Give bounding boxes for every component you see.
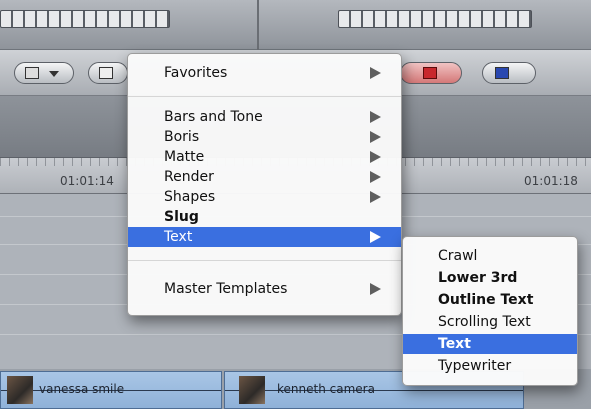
clip-overlay-icon xyxy=(495,67,509,79)
menu-item-label: Bars and Tone xyxy=(164,109,263,125)
text-generator-button[interactable] xyxy=(88,62,128,84)
clip-overlay-button[interactable] xyxy=(482,62,536,84)
menu-item-master-templates[interactable]: Master Templates xyxy=(128,279,401,299)
timecode-right: 01:01:18 xyxy=(524,174,578,188)
submenu-arrow-icon xyxy=(370,111,381,123)
menu-item-bars-and-tone[interactable]: Bars and Tone xyxy=(128,107,401,127)
menu-separator xyxy=(128,96,401,97)
menu-item-label: Text xyxy=(164,229,193,245)
clip-name: kenneth camera xyxy=(277,382,375,396)
submenu-item-label: Outline Text xyxy=(438,292,534,308)
clip-thumbnail xyxy=(239,376,265,404)
menu-item-label: Boris xyxy=(164,129,200,145)
menu-item-label: Matte xyxy=(164,149,205,165)
mark-button[interactable] xyxy=(400,62,462,84)
menu-item-matte[interactable]: Matte xyxy=(128,147,401,167)
clip-thumbnail xyxy=(7,376,33,404)
submenu-arrow-icon xyxy=(370,171,381,183)
menu-item-text[interactable]: Text xyxy=(128,227,401,247)
menu-separator xyxy=(128,260,401,261)
clip-name: vanessa smile xyxy=(39,382,125,396)
menu-item-boris[interactable]: Boris xyxy=(128,127,401,147)
submenu-arrow-icon xyxy=(370,67,381,79)
timecode-left: 01:01:14 xyxy=(60,174,114,188)
mark-icon xyxy=(423,67,437,79)
submenu-item-lower-3rd[interactable]: Lower 3rd xyxy=(403,268,577,288)
submenu-arrow-icon xyxy=(370,283,381,295)
video-generator-icon xyxy=(25,67,39,79)
submenu-arrow-icon xyxy=(370,231,381,243)
text-generator-icon xyxy=(99,67,113,79)
submenu-item-scrolling-text[interactable]: Scrolling Text xyxy=(403,312,577,332)
menu-item-slug[interactable]: Slug xyxy=(128,207,401,227)
video-generator-button[interactable] xyxy=(14,62,74,84)
submenu-item-label: Typewriter xyxy=(438,358,512,374)
menu-item-render[interactable]: Render xyxy=(128,167,401,187)
viewer-jog-strip xyxy=(0,0,591,50)
text-submenu: Crawl Lower 3rd Outline Text Scrolling T… xyxy=(402,236,578,386)
submenu-item-typewriter[interactable]: Typewriter xyxy=(403,356,577,376)
submenu-item-label: Lower 3rd xyxy=(438,270,518,286)
menu-item-label: Shapes xyxy=(164,189,216,205)
pane-divider xyxy=(257,0,259,50)
timeline-clip[interactable]: vanessa smile xyxy=(0,371,222,409)
submenu-item-outline-text[interactable]: Outline Text xyxy=(403,290,577,310)
submenu-arrow-icon xyxy=(370,191,381,203)
generator-popup-menu: Favorites Bars and Tone Boris Matte Rend… xyxy=(127,53,402,316)
menu-item-shapes[interactable]: Shapes xyxy=(128,187,401,207)
menu-item-label: Render xyxy=(164,169,214,185)
menu-item-label: Master Templates xyxy=(164,281,288,297)
submenu-item-label: Text xyxy=(438,336,471,352)
submenu-item-text[interactable]: Text xyxy=(403,334,577,354)
menu-item-favorites[interactable]: Favorites xyxy=(128,63,401,83)
chevron-down-icon xyxy=(49,71,59,77)
jog-shuttle-left[interactable] xyxy=(0,10,170,28)
jog-shuttle-right[interactable] xyxy=(338,10,532,28)
submenu-arrow-icon xyxy=(370,151,381,163)
submenu-item-label: Scrolling Text xyxy=(438,314,531,330)
submenu-arrow-icon xyxy=(370,131,381,143)
submenu-item-crawl[interactable]: Crawl xyxy=(403,246,577,266)
menu-item-label: Favorites xyxy=(164,65,228,81)
menu-item-label: Slug xyxy=(164,209,199,225)
submenu-item-label: Crawl xyxy=(438,248,478,264)
